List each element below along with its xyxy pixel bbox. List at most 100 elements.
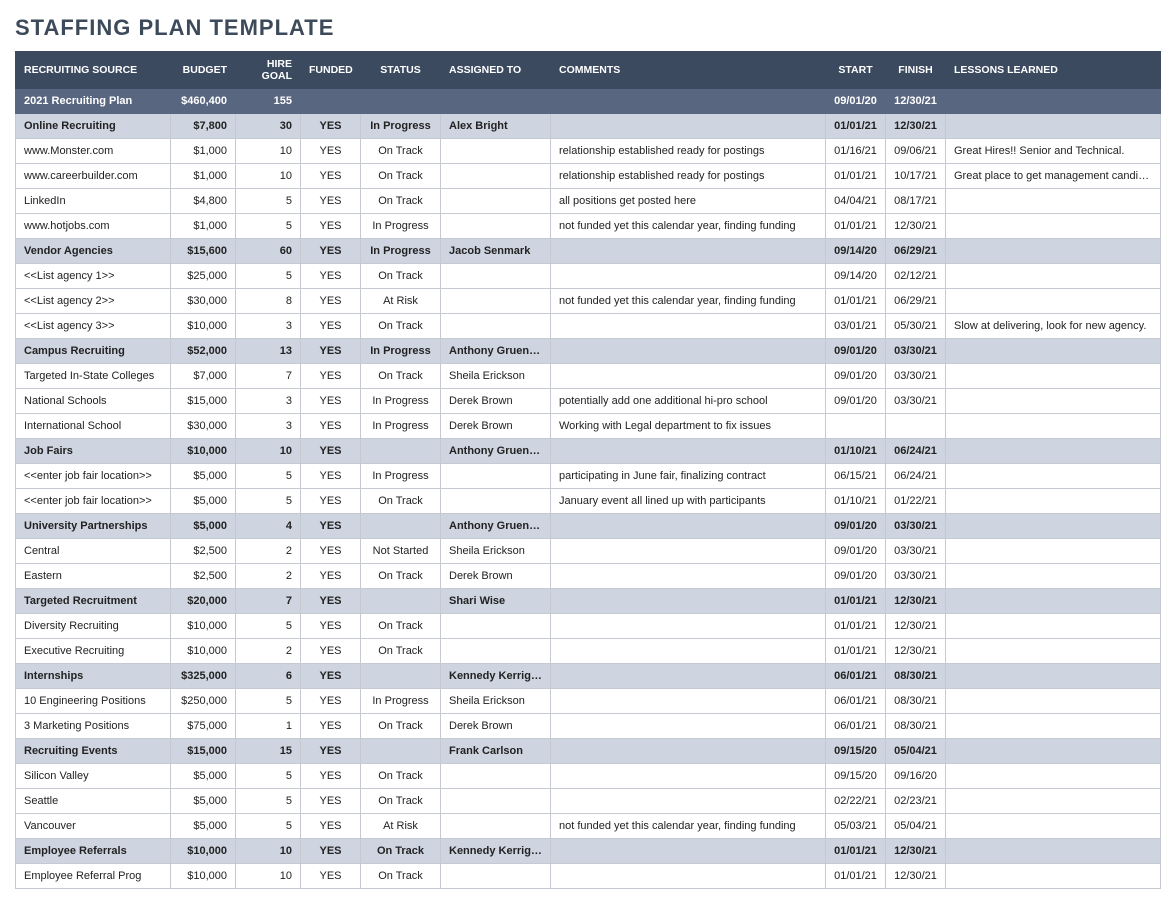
cell-funded — [301, 89, 361, 114]
table-row: 3 Marketing Positions$75,0001YESOn Track… — [16, 714, 1161, 739]
cell-lessons — [946, 414, 1161, 439]
cell-finish: 05/04/21 — [886, 814, 946, 839]
cell-status — [361, 514, 441, 539]
cell-finish: 05/04/21 — [886, 739, 946, 764]
col-funded: FUNDED — [301, 52, 361, 89]
cell-budget: $10,000 — [171, 614, 236, 639]
cell-budget: $10,000 — [171, 839, 236, 864]
cell-assigned: Derek Brown — [441, 564, 551, 589]
cell-source: Employee Referrals — [16, 839, 171, 864]
cell-hire: 30 — [236, 114, 301, 139]
cell-start: 03/01/21 — [826, 314, 886, 339]
cell-budget: $10,000 — [171, 314, 236, 339]
table-header-row: RECRUITING SOURCE BUDGET HIRE GOAL FUNDE… — [16, 52, 1161, 89]
table-row: Executive Recruiting$10,0002YESOn Track0… — [16, 639, 1161, 664]
cell-lessons — [946, 539, 1161, 564]
cell-budget: $5,000 — [171, 489, 236, 514]
cell-funded: YES — [301, 739, 361, 764]
cell-start: 01/01/21 — [826, 639, 886, 664]
cell-finish: 12/30/21 — [886, 839, 946, 864]
cell-lessons — [946, 714, 1161, 739]
cell-lessons — [946, 339, 1161, 364]
cell-status: At Risk — [361, 814, 441, 839]
cell-start: 01/01/21 — [826, 164, 886, 189]
cell-hire: 5 — [236, 464, 301, 489]
col-start: START — [826, 52, 886, 89]
cell-budget: $30,000 — [171, 289, 236, 314]
cell-budget: $325,000 — [171, 664, 236, 689]
cell-source: www.hotjobs.com — [16, 214, 171, 239]
cell-assigned — [441, 789, 551, 814]
cell-hire: 5 — [236, 789, 301, 814]
cell-hire: 5 — [236, 214, 301, 239]
cell-source: 3 Marketing Positions — [16, 714, 171, 739]
cell-comments — [551, 764, 826, 789]
table-row: Job Fairs$10,00010YESAnthony Gruenelli01… — [16, 439, 1161, 464]
cell-assigned — [441, 164, 551, 189]
cell-lessons — [946, 389, 1161, 414]
cell-assigned — [441, 89, 551, 114]
cell-assigned: Alex Bright — [441, 114, 551, 139]
cell-budget: $15,600 — [171, 239, 236, 264]
cell-hire: 155 — [236, 89, 301, 114]
cell-status: In Progress — [361, 689, 441, 714]
cell-comments — [551, 614, 826, 639]
cell-comments — [551, 239, 826, 264]
cell-finish: 12/30/21 — [886, 614, 946, 639]
cell-status: On Track — [361, 489, 441, 514]
cell-lessons — [946, 239, 1161, 264]
cell-funded: YES — [301, 189, 361, 214]
cell-finish: 03/30/21 — [886, 389, 946, 414]
cell-funded: YES — [301, 614, 361, 639]
cell-start: 09/01/20 — [826, 89, 886, 114]
cell-lessons — [946, 864, 1161, 889]
cell-comments — [551, 339, 826, 364]
cell-budget: $10,000 — [171, 639, 236, 664]
cell-finish: 08/30/21 — [886, 689, 946, 714]
cell-budget: $1,000 — [171, 139, 236, 164]
cell-hire: 10 — [236, 164, 301, 189]
cell-assigned: Derek Brown — [441, 414, 551, 439]
cell-start: 01/01/21 — [826, 214, 886, 239]
cell-lessons: Great place to get management candidates… — [946, 164, 1161, 189]
cell-finish: 08/30/21 — [886, 664, 946, 689]
cell-source: <<enter job fair location>> — [16, 489, 171, 514]
cell-status: Not Started — [361, 539, 441, 564]
cell-source: Recruiting Events — [16, 739, 171, 764]
cell-status: On Track — [361, 264, 441, 289]
cell-lessons — [946, 814, 1161, 839]
cell-start: 01/01/21 — [826, 589, 886, 614]
cell-finish: 12/30/21 — [886, 864, 946, 889]
cell-finish: 05/30/21 — [886, 314, 946, 339]
cell-start: 09/01/20 — [826, 514, 886, 539]
cell-assigned — [441, 489, 551, 514]
cell-budget: $5,000 — [171, 764, 236, 789]
cell-finish: 06/24/21 — [886, 439, 946, 464]
cell-funded: YES — [301, 339, 361, 364]
cell-hire: 10 — [236, 839, 301, 864]
cell-start — [826, 414, 886, 439]
cell-lessons — [946, 364, 1161, 389]
cell-status: In Progress — [361, 114, 441, 139]
cell-funded: YES — [301, 839, 361, 864]
cell-comments — [551, 689, 826, 714]
cell-lessons — [946, 464, 1161, 489]
cell-comments — [551, 564, 826, 589]
cell-comments: not funded yet this calendar year, findi… — [551, 289, 826, 314]
cell-finish: 03/30/21 — [886, 514, 946, 539]
cell-start: 09/14/20 — [826, 239, 886, 264]
cell-comments — [551, 589, 826, 614]
cell-hire: 4 — [236, 514, 301, 539]
table-row: www.careerbuilder.com$1,00010YESOn Track… — [16, 164, 1161, 189]
cell-funded: YES — [301, 164, 361, 189]
cell-hire: 15 — [236, 739, 301, 764]
cell-start: 09/15/20 — [826, 764, 886, 789]
cell-source: www.Monster.com — [16, 139, 171, 164]
cell-assigned: Frank Carlson — [441, 739, 551, 764]
cell-funded: YES — [301, 239, 361, 264]
cell-source: Diversity Recruiting — [16, 614, 171, 639]
cell-status: On Track — [361, 139, 441, 164]
cell-assigned — [441, 189, 551, 214]
table-row: Eastern$2,5002YESOn TrackDerek Brown09/0… — [16, 564, 1161, 589]
cell-start: 09/14/20 — [826, 264, 886, 289]
